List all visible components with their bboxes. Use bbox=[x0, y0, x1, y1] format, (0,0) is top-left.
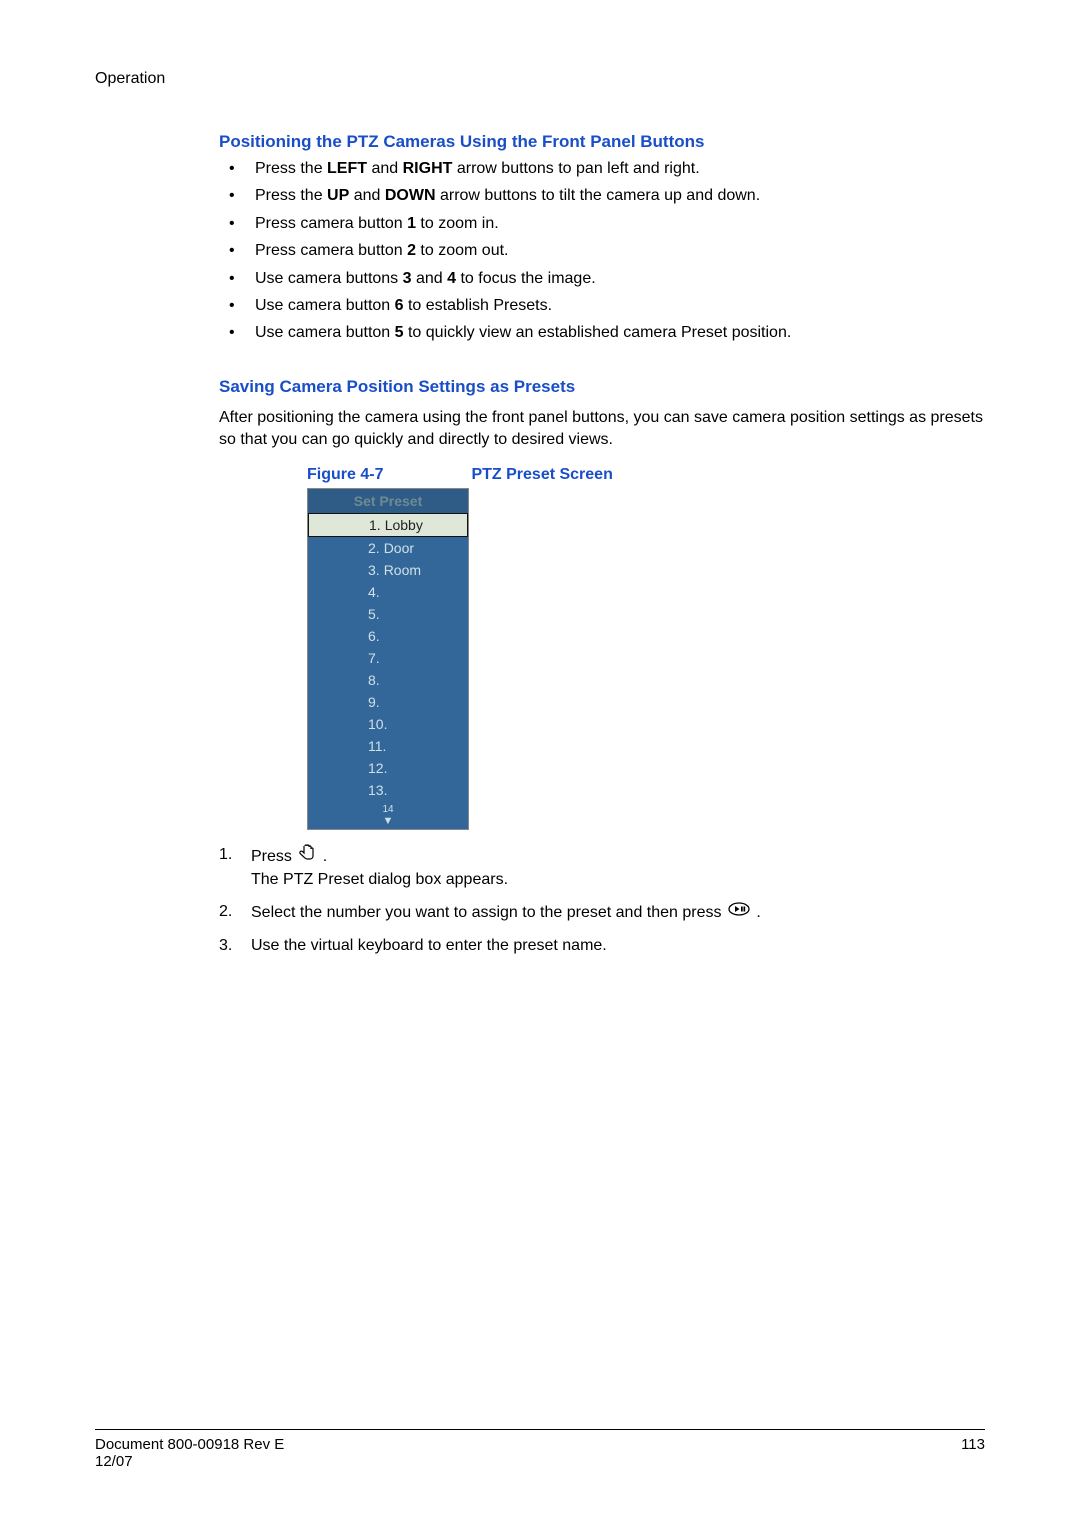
preset-item[interactable]: 10. bbox=[308, 713, 468, 735]
step-number: 2. bbox=[219, 901, 251, 924]
step-3: 3. Use the virtual keyboard to enter the… bbox=[219, 935, 985, 957]
preset-item[interactable]: 11. bbox=[308, 735, 468, 757]
body-paragraph: After positioning the camera using the f… bbox=[95, 407, 985, 452]
step-number: 3. bbox=[219, 935, 251, 957]
page-number: 113 bbox=[961, 1436, 985, 1470]
bullet-item: Use camera button 5 to quickly view an e… bbox=[229, 322, 985, 344]
preset-item[interactable]: 3.Room bbox=[308, 559, 468, 581]
figure-number: Figure 4-7 bbox=[307, 466, 467, 484]
preset-item[interactable]: 12. bbox=[308, 757, 468, 779]
bullet-item: Press camera button 1 to zoom in. bbox=[229, 213, 985, 235]
preset-box: Set Preset 1.Lobby2.Door3.Room4.5.6.7.8.… bbox=[307, 488, 469, 830]
preset-cutoff: 14 ▼ bbox=[308, 801, 468, 829]
step2-pre: Select the number you want to assign to … bbox=[251, 904, 726, 921]
step-1: 1. Press . The PTZ Preset dialog box app… bbox=[219, 844, 985, 892]
preset-cutoff-num: 14 bbox=[382, 804, 393, 815]
bullet-item: Press the UP and DOWN arrow buttons to t… bbox=[229, 185, 985, 207]
figure-title: PTZ Preset Screen bbox=[471, 466, 612, 483]
bullet-item: Press camera button 2 to zoom out. bbox=[229, 240, 985, 262]
bullet-list: Press the LEFT and RIGHT arrow buttons t… bbox=[229, 158, 985, 345]
preset-item[interactable]: 4. bbox=[308, 581, 468, 603]
step3-text: Use the virtual keyboard to enter the pr… bbox=[251, 935, 985, 957]
preset-item[interactable]: 5. bbox=[308, 603, 468, 625]
step1-line2: The PTZ Preset dialog box appears. bbox=[251, 871, 508, 888]
footer-doc: Document 800-00918 Rev E bbox=[95, 1436, 284, 1453]
preset-item[interactable]: 13. bbox=[308, 779, 468, 801]
preset-item[interactable]: 6. bbox=[308, 625, 468, 647]
step1-pre: Press bbox=[251, 847, 296, 864]
preset-title: Set Preset bbox=[308, 489, 468, 513]
bullet-item: Use camera buttons 3 and 4 to focus the … bbox=[229, 268, 985, 290]
figure-caption: Figure 4-7 PTZ Preset Screen bbox=[307, 466, 985, 484]
footer-date: 12/07 bbox=[95, 1453, 284, 1470]
step1-post: . bbox=[323, 847, 327, 864]
section-label: Operation bbox=[95, 70, 985, 88]
para-text: After positioning the camera using the f… bbox=[219, 409, 983, 448]
page-footer: Document 800-00918 Rev E 12/07 113 bbox=[95, 1429, 985, 1470]
bullet-item: Press the LEFT and RIGHT arrow buttons t… bbox=[229, 158, 985, 180]
chevron-down-icon: ▼ bbox=[308, 815, 468, 827]
step2-post: . bbox=[756, 904, 760, 921]
heading-saving: Saving Camera Position Settings as Prese… bbox=[219, 377, 985, 397]
play-pause-eye-icon bbox=[728, 901, 750, 924]
heading-positioning: Positioning the PTZ Cameras Using the Fr… bbox=[219, 132, 985, 152]
bullet-item: Use camera button 6 to establish Presets… bbox=[229, 295, 985, 317]
ptz-hand-icon bbox=[298, 844, 316, 869]
step-2: 2. Select the number you want to assign … bbox=[219, 901, 985, 924]
preset-item[interactable]: 9. bbox=[308, 691, 468, 713]
preset-item[interactable]: 2.Door bbox=[308, 537, 468, 559]
preset-item[interactable]: 8. bbox=[308, 669, 468, 691]
preset-item[interactable]: 7. bbox=[308, 647, 468, 669]
preset-item[interactable]: 1.Lobby bbox=[308, 513, 468, 537]
step-number: 1. bbox=[219, 844, 251, 892]
